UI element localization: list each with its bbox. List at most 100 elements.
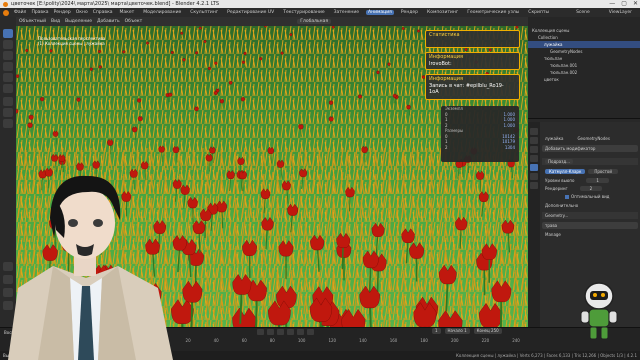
outliner-row[interactable]: GeometryNodes <box>528 48 640 55</box>
menu-file[interactable]: Файл <box>14 10 26 15</box>
collection-object-label: (1) Коллекция сцены | лужайка <box>38 41 105 46</box>
streamer-avatar <box>8 175 173 360</box>
menu-help[interactable]: Справка <box>93 10 113 15</box>
scene-tab-icon[interactable] <box>530 155 538 162</box>
attribute-table: Экземпл 0 1.000 1 1.000 2 1.000 Размеры 0 10… <box>441 106 519 162</box>
jump-end-icon[interactable] <box>307 329 314 335</box>
info1-title: Информация <box>429 54 464 60</box>
robot-mascot <box>580 282 618 340</box>
properties-tabs <box>528 122 540 327</box>
prev-keyframe-icon[interactable] <box>267 329 274 335</box>
manage-section[interactable]: Manage <box>542 231 638 238</box>
output-tab-icon[interactable] <box>530 146 538 153</box>
tab-sculpting[interactable]: Скульптинг <box>188 10 220 15</box>
minimize-button[interactable]: — <box>609 0 615 7</box>
play-icon[interactable] <box>287 329 294 335</box>
scale-tool-icon[interactable] <box>3 73 13 82</box>
scene-statistics: Коллекция сцены | лужайка | Verts 6,273 … <box>456 353 637 358</box>
tulip-head <box>515 26 519 29</box>
tulip-head <box>264 26 267 28</box>
tab-uv-editing[interactable]: Редактирование UV <box>225 10 276 15</box>
tab-texture-paint[interactable]: Текстурирование <box>281 10 326 15</box>
outliner-row-selected[interactable]: лужайка <box>528 41 640 48</box>
subdivision-type-toggle[interactable]: Катмулл-Кларк Простой <box>542 168 638 175</box>
rotate-tool-icon[interactable] <box>3 62 13 71</box>
outliner-row[interactable]: тюльпан <box>528 55 640 62</box>
stats-block: Статистика <box>425 30 520 48</box>
render-tab-icon[interactable] <box>530 137 538 144</box>
menu-add[interactable]: Добавить <box>97 19 120 24</box>
move-tool-icon[interactable] <box>3 51 13 60</box>
window-title: цветочек [E:\polity\2024\ марта\2025\ ма… <box>11 1 220 7</box>
close-button[interactable]: ✕ <box>633 0 638 7</box>
cursor-tool-icon[interactable] <box>3 40 13 49</box>
mode-selector[interactable]: Объектный <box>19 19 46 24</box>
current-frame-field[interactable]: 1 <box>432 328 441 334</box>
tab-shading[interactable]: Затенение <box>332 10 361 15</box>
node-group-field[interactable]: трава <box>542 222 638 229</box>
menu-select[interactable]: Выделение <box>65 19 92 24</box>
tulip-head <box>331 26 335 29</box>
add-cube-tool-icon[interactable] <box>3 119 13 128</box>
checkbox-icon[interactable] <box>565 194 569 199</box>
levels-viewport-field[interactable]: Уровни вьюпо 1 <box>542 177 638 184</box>
annotate-tool-icon[interactable] <box>3 97 13 106</box>
menu-render[interactable]: Рендер <box>54 10 71 15</box>
outliner-row[interactable]: Collection <box>528 34 640 41</box>
tab-geometry-nodes[interactable]: Геометрические узлы <box>465 10 521 15</box>
info2-title: Информация <box>429 76 464 82</box>
tab-scripting[interactable]: Скрипты <box>526 10 551 15</box>
info2-text-line2: 1oA <box>429 89 439 95</box>
outliner-row[interactable]: тюльпан.001 <box>528 62 640 69</box>
frame-range: 1 Начало 1 Конец 250 <box>432 328 502 334</box>
advanced-section[interactable]: Дополнительно <box>542 202 638 209</box>
stats-title: Статистика <box>429 32 460 38</box>
maximize-button[interactable]: ▢ <box>621 0 627 7</box>
optimal-display-checkbox[interactable]: Оптимальный вид <box>542 193 638 200</box>
geometry-nodes-modifier-header[interactable]: Geometry... <box>542 212 638 219</box>
modifier-header[interactable]: Подразд... <box>542 158 638 165</box>
tab-modeling[interactable]: Моделирование <box>141 10 183 15</box>
info-block-2: Информация Запись в чат: #epilblu_Ro19- … <box>425 74 520 100</box>
outliner-row[interactable]: Коллекция сцены <box>528 27 640 34</box>
play-reverse-icon[interactable] <box>277 329 284 335</box>
tab-compositing[interactable]: Композитинг <box>425 10 460 15</box>
transform-orientation-dropdown[interactable]: Глобальная <box>297 19 332 24</box>
end-frame-field[interactable]: Конец 250 <box>473 328 502 334</box>
window-titlebar: цветочек [E:\polity\2024\ марта\2025\ ма… <box>0 0 640 8</box>
menu-view[interactable]: Вид <box>51 19 60 24</box>
playback-controls <box>257 328 314 336</box>
object-name-field[interactable]: лужайка GeometryNodes <box>542 135 638 142</box>
tab-layout[interactable]: Макет <box>118 10 137 15</box>
measure-tool-icon[interactable] <box>3 108 13 117</box>
viewport-overlay-text: Пользовательская перспектива (1) Коллекц… <box>38 36 105 46</box>
blender-menu-icon[interactable] <box>3 9 9 16</box>
transform-tool-icon[interactable] <box>3 84 13 93</box>
tab-rendering[interactable]: Рендер <box>399 10 420 15</box>
select-tool-icon[interactable] <box>3 29 13 38</box>
info1-text: IrovoBot: <box>429 61 452 67</box>
blender-logo-icon <box>3 1 8 7</box>
physics-tab-icon[interactable] <box>530 173 538 180</box>
outliner-row[interactable]: цветок <box>528 76 640 83</box>
table-row: 2 1304 <box>445 144 515 150</box>
top-menubar: Файл Правка Рендер Окно Справка Макет Мо… <box>0 8 640 17</box>
jump-start-icon[interactable] <box>257 329 264 335</box>
menu-edit[interactable]: Правка <box>31 10 48 15</box>
menu-window[interactable]: Окно <box>76 10 88 15</box>
viewport-header: Объектный Вид Выделение Добавить Объект … <box>16 17 528 26</box>
menu-object[interactable]: Объект <box>125 19 143 24</box>
add-modifier-button[interactable]: Добавить модификатор <box>542 145 638 152</box>
tab-animation[interactable]: Анимация <box>366 10 394 15</box>
outliner-row[interactable]: тюльпан.002 <box>528 69 640 76</box>
outliner[interactable]: Коллекция сцены Collection лужайка Geome… <box>528 17 640 119</box>
timeline-ruler: 020406080100120140160180200220240 <box>160 338 520 343</box>
scene-selector[interactable]: Scene <box>576 10 590 15</box>
render-levels-field[interactable]: Рендеринг 2 <box>542 185 638 192</box>
next-keyframe-icon[interactable] <box>297 329 304 335</box>
view-layer-selector[interactable]: ViewLayer <box>609 10 632 15</box>
tool-tab-icon[interactable] <box>530 128 538 135</box>
modifier-tab-icon[interactable] <box>530 164 538 171</box>
start-frame-field[interactable]: Начало 1 <box>444 328 470 334</box>
material-tab-icon[interactable] <box>530 182 538 189</box>
